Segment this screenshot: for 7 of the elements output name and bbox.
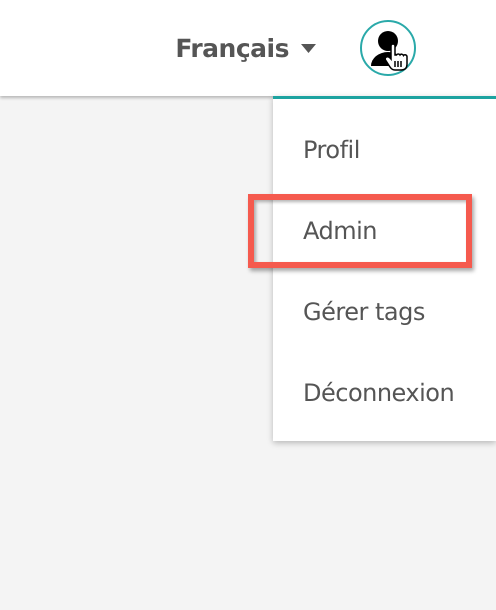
menu-item[interactable]: Déconnexion xyxy=(273,378,454,406)
hand-cursor-icon xyxy=(384,44,408,72)
menu-item[interactable]: Admin xyxy=(273,216,377,244)
language-selector[interactable]: Français xyxy=(175,34,316,62)
caret-icon xyxy=(301,44,316,52)
menu-item[interactable]: Profil xyxy=(273,136,360,164)
menu-item[interactable]: Gérer tags xyxy=(273,298,425,326)
